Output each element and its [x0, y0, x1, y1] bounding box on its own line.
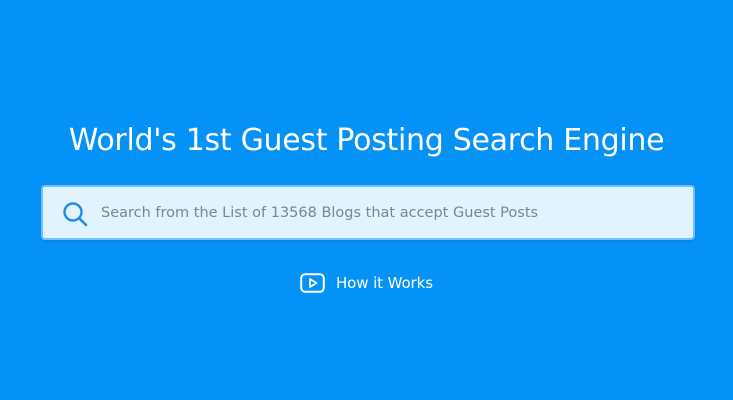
hero-section: World's 1st Guest Posting Search Engine … — [0, 0, 733, 400]
search-bar[interactable] — [41, 185, 695, 240]
search-input[interactable] — [101, 187, 686, 238]
play-icon — [300, 273, 325, 293]
how-it-works-link[interactable]: How it Works — [300, 270, 433, 296]
search-icon[interactable] — [61, 200, 89, 228]
how-it-works-label: How it Works — [336, 274, 433, 292]
page-title: World's 1st Guest Posting Search Engine — [68, 123, 665, 158]
